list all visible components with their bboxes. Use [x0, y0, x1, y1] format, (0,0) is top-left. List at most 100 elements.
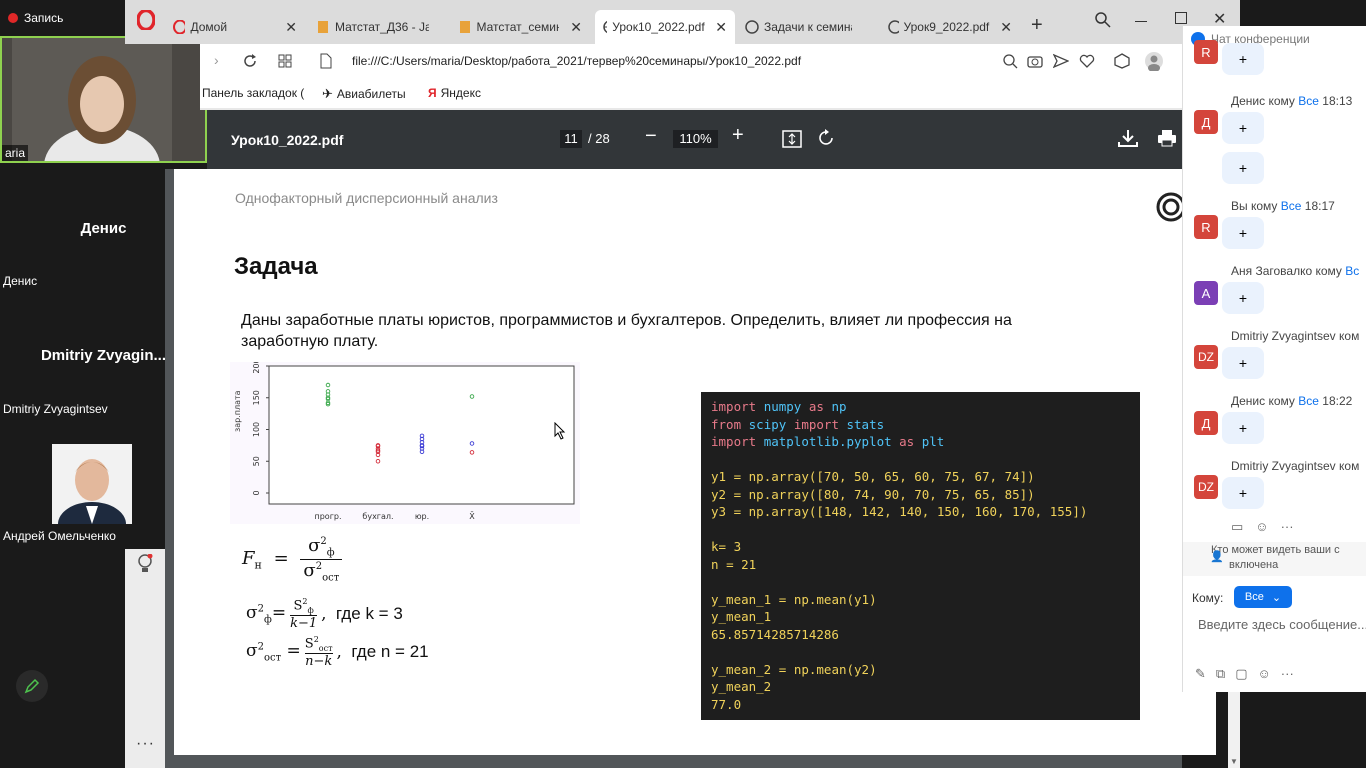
chat-message-bubble[interactable]: +: [1222, 112, 1264, 144]
tab-home[interactable]: Домой ✕: [165, 10, 305, 44]
chat-message-meta: Dmitriy Zvyagintsev ком: [1231, 459, 1360, 473]
zoom-page-icon[interactable]: [1002, 53, 1018, 69]
bookmark-aviabilety[interactable]: ✈ Авиабилеты: [322, 86, 406, 102]
participant-video: [2, 38, 205, 161]
forward-icon[interactable]: ›: [214, 52, 219, 68]
participant-name: Денис: [3, 274, 38, 288]
opera-sidebar: ···: [125, 549, 165, 768]
salary-chart: зар.плата 0 50 100 150 200 прогр. бухгал. юр. X̄: [230, 362, 580, 524]
zoom-out-button[interactable]: −: [645, 125, 657, 148]
tab-bar: Домой ✕ Матстат_Д36 - Ja Матстат_семинар…: [125, 0, 1240, 44]
code-line: y_mean_2 = np.mean(y2): [711, 661, 877, 677]
code-line: from scipy import stats: [711, 416, 885, 432]
emoji-icon[interactable]: ☺: [1255, 519, 1268, 535]
more-icon[interactable]: ···: [1281, 519, 1294, 535]
print-icon[interactable]: [1157, 129, 1177, 147]
emoji-icon[interactable]: ☺: [1258, 666, 1271, 682]
pdf-toolbar: Урок10_2022.pdf 11 / 28 − 110% +: [207, 110, 1182, 169]
chat-message-meta: Dmitriy Zvyagintsev ком: [1231, 329, 1360, 343]
globe-icon: [888, 20, 899, 34]
tab-label: Матстат_Д36 - Ja: [335, 20, 429, 34]
maximize-icon[interactable]: [1175, 12, 1187, 24]
new-tab-button[interactable]: +: [1031, 14, 1043, 37]
code-line: y2 = np.array([80, 74, 90, 70, 75, 65, 8…: [711, 486, 1035, 502]
problem-text-line1: Даны заработные платы юристов, программи…: [241, 312, 1012, 329]
page-number-input[interactable]: 11: [560, 130, 582, 148]
chat-message-bubble[interactable]: +: [1222, 347, 1264, 379]
chat-message-bubble[interactable]: +: [1222, 43, 1264, 75]
file-icon[interactable]: ▢: [1235, 666, 1247, 682]
send-icon[interactable]: [1053, 53, 1069, 69]
zoom-in-button[interactable]: +: [732, 124, 744, 147]
extension-icon[interactable]: [1114, 53, 1130, 69]
minimize-icon[interactable]: [1135, 12, 1147, 22]
chevron-down-icon: ⌄: [1271, 591, 1282, 604]
tab-label: Задачи к семина: [764, 20, 852, 34]
close-icon[interactable]: ✕: [1000, 19, 1012, 36]
recipient-select[interactable]: Все ⌄: [1234, 586, 1292, 608]
format-icon[interactable]: ✎: [1195, 666, 1206, 682]
close-icon[interactable]: ✕: [285, 19, 297, 36]
chat-message-bubble[interactable]: +: [1222, 477, 1264, 509]
chat-message-meta: Вы кому Все 18:17: [1231, 199, 1335, 213]
record-icon: [8, 13, 18, 23]
y-tick-label: 150: [252, 390, 261, 405]
opera-logo-icon[interactable]: [136, 8, 156, 32]
formula-f: Fн = σ2ф σ2ост: [242, 535, 343, 583]
recording-indicator[interactable]: Запись: [8, 11, 63, 25]
tab-urok10[interactable]: Урок10_2022.pdf ✕: [595, 10, 735, 44]
more-icon[interactable]: ···: [1281, 666, 1294, 682]
desktop-background: [0, 549, 125, 768]
reply-icon[interactable]: ▭: [1231, 519, 1243, 535]
lightbulb-icon[interactable]: [137, 554, 153, 574]
tab-urok9[interactable]: Урок9_2022.pdf ✕: [880, 10, 1020, 44]
tab-matstat-d36[interactable]: Матстат_Д36 - Ja: [308, 10, 448, 44]
bookmark-panel[interactable]: Панель закладок (: [202, 86, 304, 100]
pdf-viewer[interactable]: Однофакторный дисперсионный анализ Задач…: [165, 169, 1216, 768]
globe-icon: [745, 20, 759, 34]
avatar: [52, 444, 132, 524]
chat-message-bubble[interactable]: +: [1222, 412, 1264, 444]
x-tick-label: бухгал.: [362, 512, 393, 521]
search-icon[interactable]: [1095, 12, 1111, 28]
fit-page-icon[interactable]: [782, 130, 802, 148]
chat-message-bubble[interactable]: +: [1222, 282, 1264, 314]
chat-message-bubble[interactable]: +: [1222, 152, 1264, 184]
mouse-cursor: [554, 422, 566, 440]
code-line: y_mean_2: [711, 679, 772, 694]
plane-icon: ✈: [322, 86, 333, 101]
close-icon[interactable]: ✕: [715, 19, 727, 36]
tab-zadachi[interactable]: Задачи к семина: [737, 10, 877, 44]
download-icon[interactable]: [1117, 128, 1139, 148]
bookmark-label: Авиабилеты: [336, 87, 406, 101]
code-line: y1 = np.array([70, 50, 65, 60, 75, 67, 7…: [711, 469, 1035, 484]
tab-matstat-seminar[interactable]: Матстат_семинар ✕: [450, 10, 590, 44]
formula-k-text: где k = 3: [335, 603, 403, 623]
annotate-button[interactable]: [16, 670, 48, 702]
chat-message-bubble[interactable]: +: [1222, 217, 1264, 249]
profile-icon[interactable]: [1144, 51, 1164, 71]
video-tile-maria[interactable]: aria: [0, 36, 207, 163]
file-icon: [320, 53, 332, 69]
screenshot-icon[interactable]: ⧉: [1216, 666, 1225, 682]
heart-icon[interactable]: [1079, 53, 1095, 69]
more-icon[interactable]: ···: [136, 735, 155, 753]
chat-message-meta: Денис кому Все 18:22: [1231, 394, 1353, 408]
message-input[interactable]: Введите здесь сообщение...: [1198, 617, 1366, 632]
chat-avatar: DZ: [1194, 475, 1218, 499]
document-icon: [318, 21, 328, 33]
rotate-icon[interactable]: [818, 129, 836, 147]
camera-icon[interactable]: [1027, 53, 1043, 69]
grid-icon[interactable]: [277, 53, 293, 69]
zoom-level-input[interactable]: 110%: [673, 130, 718, 148]
slide-header: Однофакторный дисперсионный анализ: [235, 190, 498, 206]
close-icon[interactable]: ✕: [570, 19, 582, 36]
code-line: k= 3: [711, 539, 742, 554]
recipient-value: Все: [1244, 591, 1264, 603]
reload-icon[interactable]: [242, 53, 258, 69]
code-line: n = 21: [711, 556, 757, 572]
url-field[interactable]: file:///C:/Users/maria/Desktop/работа_20…: [352, 54, 801, 68]
bookmark-yandex[interactable]: Я Яндекс: [428, 86, 481, 100]
code-line: 65.85714285714286: [711, 626, 839, 642]
chat-avatar: DZ: [1194, 345, 1218, 369]
